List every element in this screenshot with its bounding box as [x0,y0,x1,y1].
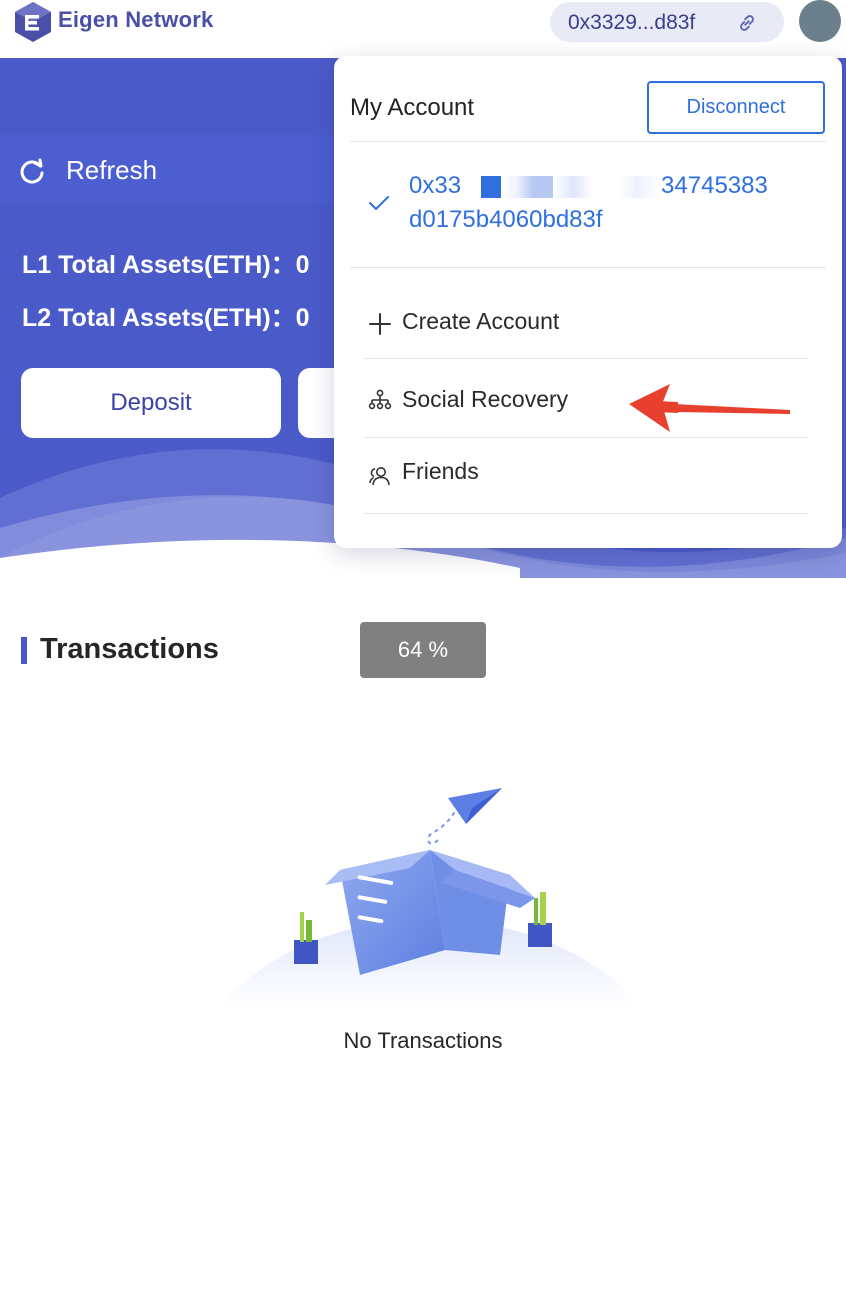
divider [350,141,826,142]
redacted-address-segment [461,175,662,198]
eigen-logo-icon [15,2,51,42]
menu-item-friends[interactable]: Friends [364,437,808,515]
divider [364,513,808,514]
brand-name: Eigen Network [58,7,214,32]
address-line-2: d0175b4060bd83f [409,206,603,233]
l2-total-assets: L2 Total Assets(ETH)：0 [22,304,310,332]
refresh-label: Refresh [66,155,158,185]
avatar[interactable] [799,0,841,42]
progress-badge: 64 % [360,622,486,678]
plus-icon [369,313,391,335]
empty-box-illustration-icon [220,788,640,1005]
menu-item-create-account[interactable]: Create Account [364,283,808,361]
tree-network-icon [368,389,392,410]
menu-item-label: Social Recovery [402,386,569,412]
transactions-title: Transactions [40,633,219,665]
menu-item-label: Create Account [402,308,560,334]
annotation-arrow-icon [629,384,790,432]
section-accent-bar [21,637,27,664]
address-line-1: 0x33 34745383 [409,169,819,203]
empty-state-text: No Transactions [343,1028,503,1053]
selected-account-address[interactable]: 0x33 34745383 d0175b4060bd83f [409,169,819,237]
account-dropdown-menu: My Account Disconnect 0x33 34745383 d0175… [334,56,842,548]
disconnect-button[interactable]: Disconnect [647,81,825,134]
top-header: Eigen Network 0x3329...d83f [0,0,846,58]
l1-total-assets: L1 Total Assets(ETH)：0 [22,251,310,279]
address-start: 0x33 [409,172,462,199]
refresh-button[interactable]: Refresh [0,135,340,203]
divider [350,267,826,268]
wallet-address-pill[interactable]: 0x3329...d83f [550,2,784,42]
divider [364,358,808,359]
people-icon [369,467,390,486]
deposit-button[interactable]: Deposit [21,368,281,438]
account-menu-title: My Account [350,94,475,121]
address-end: 34745383 [661,172,768,199]
menu-item-label: Friends [402,458,479,484]
link-icon [740,15,754,31]
wallet-address-short: 0x3329...d83f [568,11,696,34]
refresh-icon [20,158,44,184]
check-icon [369,196,389,210]
